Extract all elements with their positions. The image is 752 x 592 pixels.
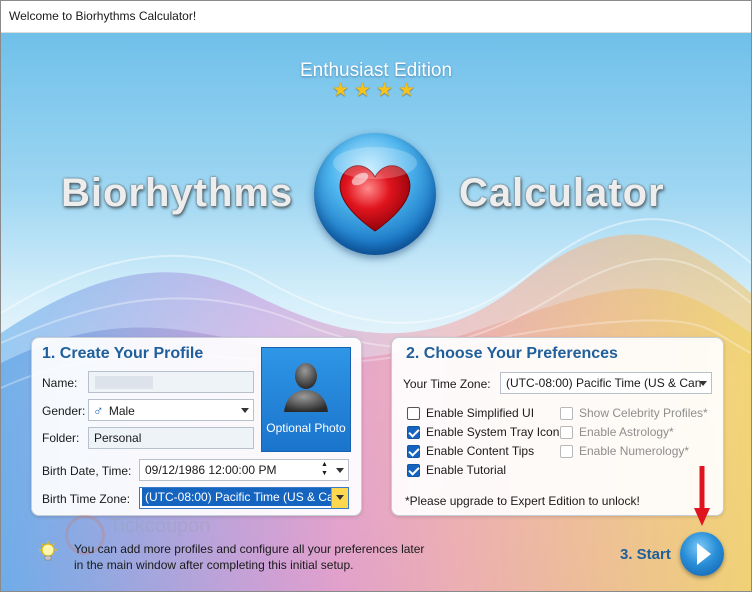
name-redacted (95, 376, 153, 389)
gender-label: Gender: (42, 404, 86, 418)
birth-timezone-label: Birth Time Zone: (42, 492, 131, 506)
birth-date-picker[interactable]: 09/12/1986 12:00:00 PM ▲ ▼ (139, 459, 349, 481)
edition-label: Enthusiast Edition (299, 60, 453, 81)
setup-tip: You can add more profiles and configure … (74, 541, 444, 573)
numerology-label: Enable Numerology* (579, 444, 690, 458)
preferences-heading: 2. Choose Your Preferences (406, 345, 618, 362)
celebrity-profiles-checkbox (560, 407, 573, 420)
system-tray-label[interactable]: Enable System Tray Icon (426, 425, 559, 439)
timezone-select[interactable]: (UTC-08:00) Pacific Time (US & Can (500, 372, 712, 394)
tutorial-checkbox[interactable] (407, 464, 420, 477)
star-icon: ★ (398, 80, 416, 101)
setup-tip-line-1: You can add more profiles and configure … (74, 542, 425, 556)
person-silhouette-icon (284, 363, 328, 412)
simplified-ui-checkbox[interactable] (407, 407, 420, 420)
brand-title-right: Calculator (459, 171, 665, 215)
spinner-up-icon[interactable]: ▲ (321, 461, 328, 469)
spinner-down-icon[interactable]: ▼ (321, 470, 328, 478)
chevron-down-icon[interactable] (336, 468, 344, 473)
content-tips-label[interactable]: Enable Content Tips (426, 444, 534, 458)
lightbulb-icon (39, 541, 57, 561)
simplified-ui-label[interactable]: Enable Simplified UI (426, 406, 534, 420)
content-tips-checkbox[interactable] (407, 445, 420, 458)
celebrity-profiles-label: Show Celebrity Profiles* (579, 406, 708, 420)
system-tray-checkbox[interactable] (407, 426, 420, 439)
name-label: Name: (42, 376, 78, 390)
watermark-text: Tickcoupon (109, 515, 211, 537)
star-icon: ★ (354, 80, 372, 101)
tutorial-label[interactable]: Enable Tutorial (426, 463, 506, 477)
star-icon: ★ (332, 80, 350, 101)
folder-label: Folder: (42, 431, 80, 445)
chevron-down-icon (336, 495, 344, 500)
window-title: Welcome to Biorhythms Calculator! (9, 9, 197, 23)
upgrade-note: *Please upgrade to Expert Edition to unl… (405, 494, 640, 508)
folder-field[interactable]: Personal (88, 427, 254, 449)
title-bar: Welcome to Biorhythms Calculator! (1, 1, 751, 33)
star-icon: ★ (376, 80, 394, 101)
name-field[interactable] (88, 371, 254, 393)
numerology-checkbox (560, 445, 573, 458)
red-arrow-icon (694, 466, 710, 526)
birth-date-label: Birth Date, Time: (42, 464, 132, 478)
optional-photo-label: Optional Photo (266, 421, 346, 435)
male-icon: ♂ (93, 402, 104, 418)
chevron-down-icon (241, 408, 249, 413)
create-profile-heading: 1. Create Your Profile (42, 345, 204, 362)
astrology-checkbox (560, 426, 573, 439)
start-label[interactable]: 3. Start (620, 546, 671, 563)
gender-select[interactable]: ♂ Male (88, 399, 254, 421)
heart-orb-icon (314, 133, 436, 255)
astrology-label: Enable Astrology* (579, 425, 674, 439)
chevron-down-icon (699, 381, 707, 386)
preferences-panel: 2. Choose Your Preferences Your Time Zon… (391, 337, 724, 516)
start-button[interactable] (680, 532, 724, 576)
dropdown-button[interactable] (331, 488, 348, 508)
brand-title-left: Biorhythms (61, 171, 294, 215)
optional-photo-button[interactable]: Optional Photo (261, 347, 351, 452)
setup-tip-line-2: in the main window after completing this… (74, 558, 354, 572)
create-profile-panel: 1. Create Your Profile Name: Gender: ♂ M… (31, 337, 362, 516)
welcome-window: Welcome to Biorhythms Calculator! Enthus… (0, 0, 752, 592)
birth-timezone-select[interactable]: (UTC-08:00) Pacific Time (US & Can (139, 487, 349, 509)
timezone-label: Your Time Zone: (403, 377, 491, 391)
hero-banner: Enthusiast Edition ★ ★ ★ ★ Biorhythms Ca… (1, 33, 751, 591)
rating-stars: ★ ★ ★ ★ (332, 80, 422, 102)
